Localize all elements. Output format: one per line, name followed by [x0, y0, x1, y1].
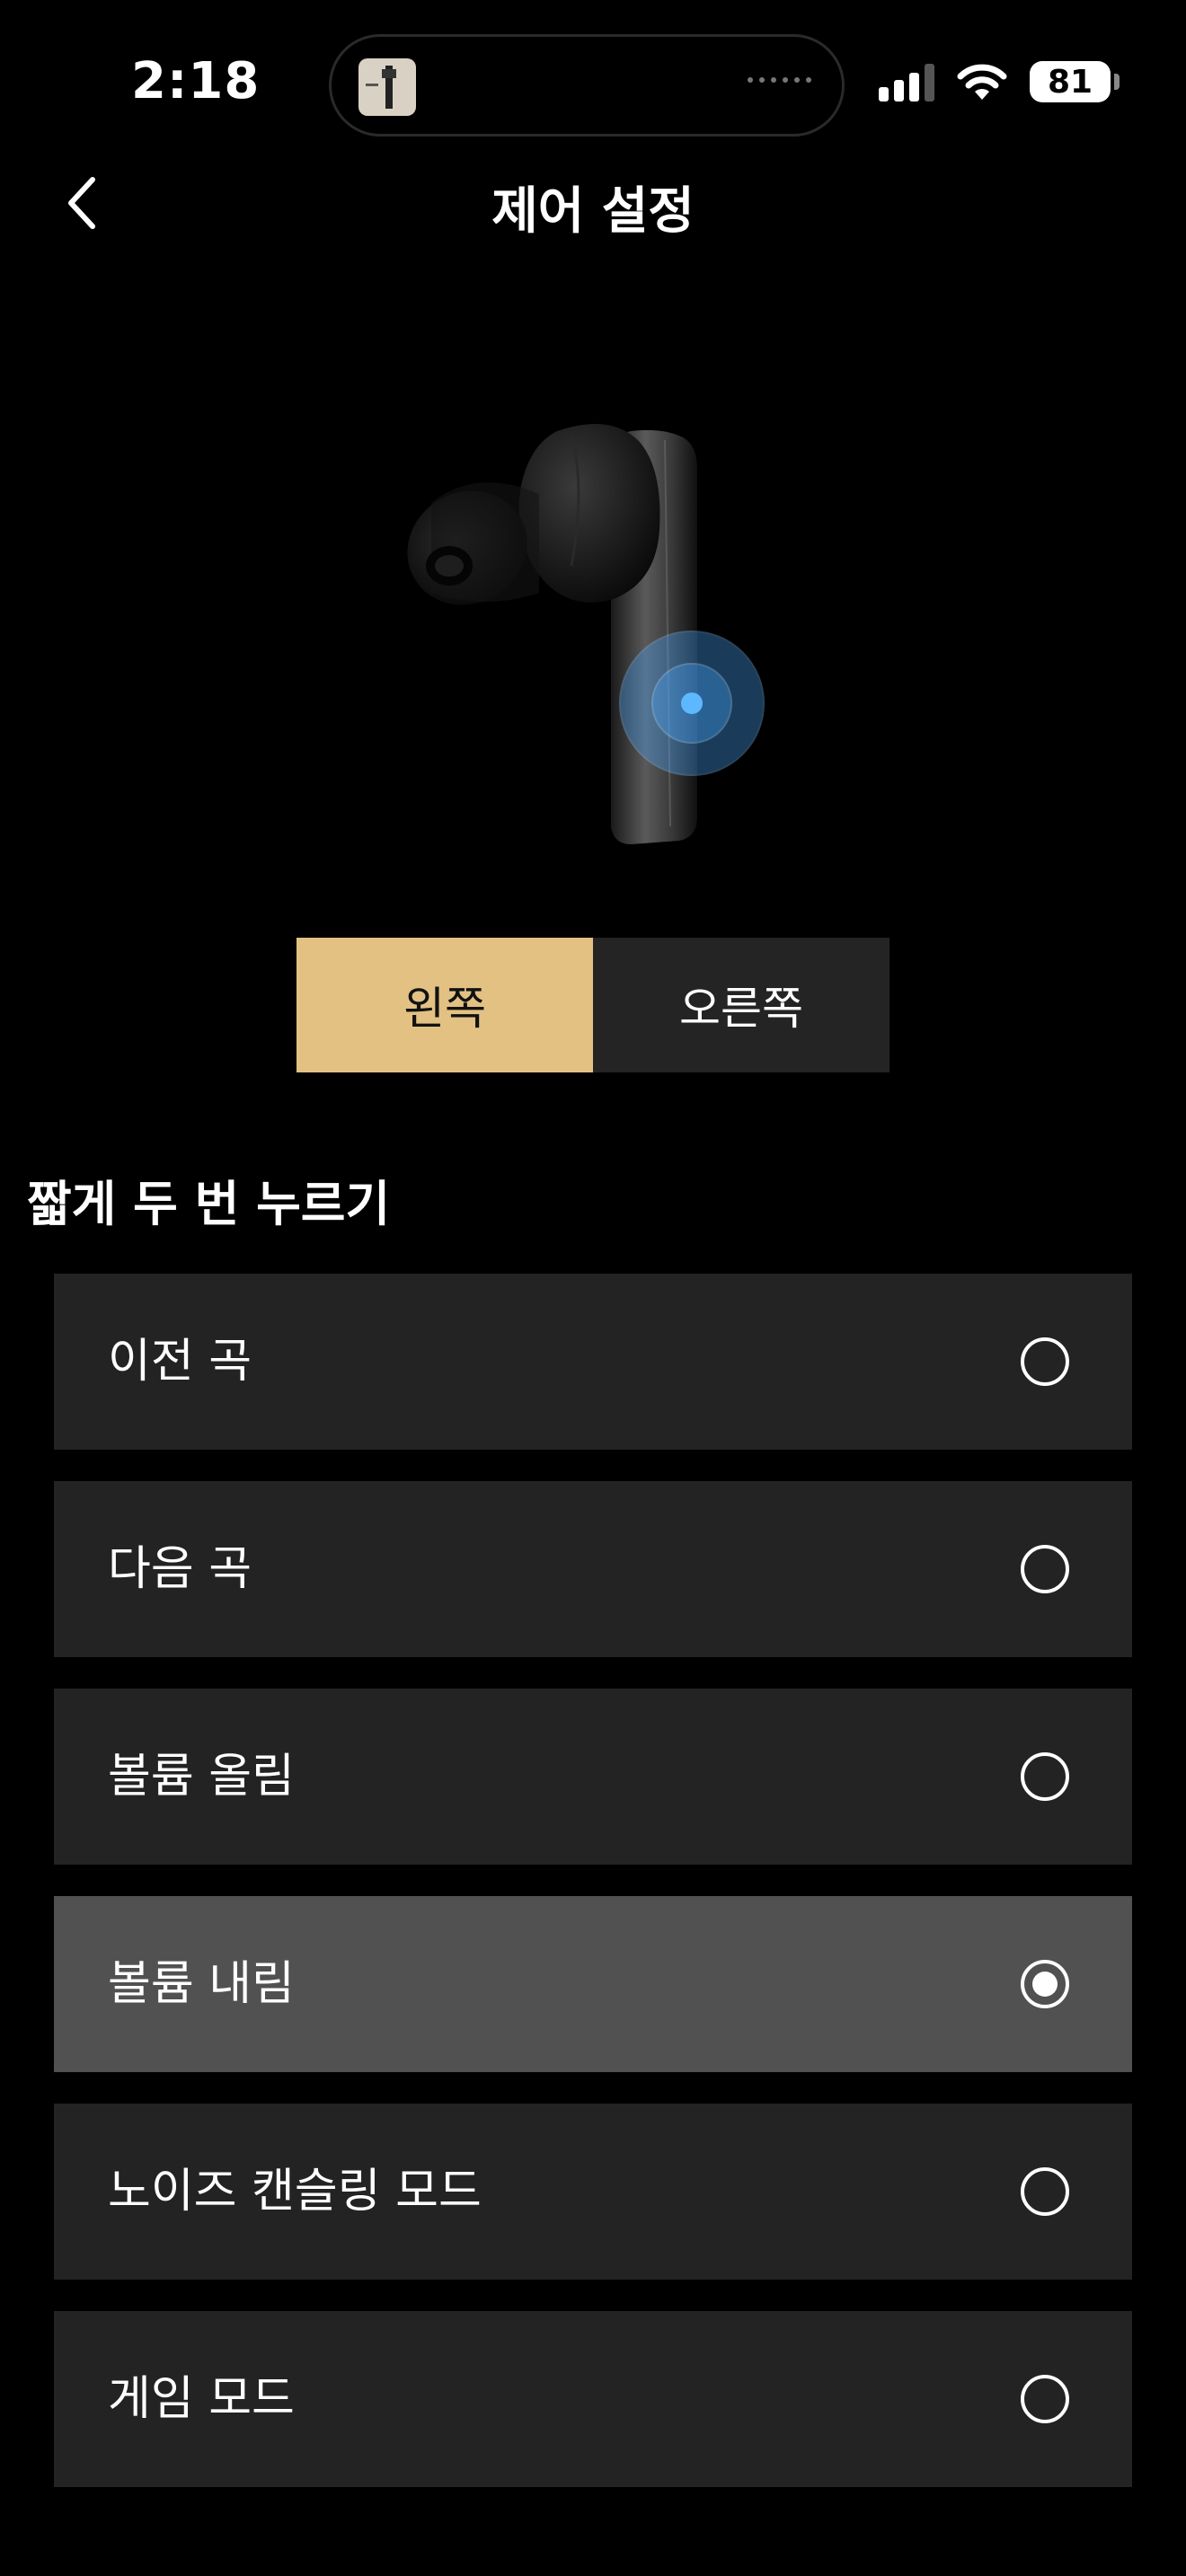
side-toggle: 왼쪽 오른쪽	[296, 938, 890, 1072]
earbud-illustration	[407, 424, 765, 844]
touch-area-center-dot	[681, 693, 703, 714]
wifi-icon	[957, 64, 1007, 100]
page-title: 제어 설정	[491, 182, 695, 241]
battery-icon: 81	[1030, 61, 1120, 102]
option-volume-down[interactable]: 볼륨 내림	[54, 1896, 1132, 2072]
option-previous-track[interactable]: 이전 곡	[54, 1274, 1132, 1450]
radio-button[interactable]	[1021, 1337, 1069, 1386]
option-volume-up[interactable]: 볼륨 올림	[54, 1689, 1132, 1865]
gesture-options-list: 이전 곡 다음 곡 볼륨 올림 볼륨 내림 노이즈 캔슬링 모드 게임 모드	[54, 1274, 1132, 2519]
section-title: 짧게 두 번 누르기	[27, 1176, 391, 1232]
audio-wave-icon	[748, 77, 811, 83]
option-label: 볼륨 올림	[108, 1750, 295, 1804]
right-earbud-tab[interactable]: 오른쪽	[593, 938, 890, 1072]
option-game-mode[interactable]: 게임 모드	[54, 2311, 1132, 2487]
option-label: 게임 모드	[108, 2372, 295, 2426]
radio-button[interactable]	[1021, 1545, 1069, 1593]
option-label: 노이즈 캔슬링 모드	[108, 2165, 482, 2219]
cellular-signal-icon	[879, 62, 934, 101]
option-label: 다음 곡	[108, 1542, 252, 1596]
radio-button-selected[interactable]	[1021, 1960, 1069, 2008]
status-time: 2:18	[131, 52, 261, 110]
option-noise-cancelling-mode[interactable]: 노이즈 캔슬링 모드	[54, 2104, 1132, 2280]
option-label: 볼륨 내림	[108, 1957, 295, 2011]
radio-button[interactable]	[1021, 2375, 1069, 2423]
status-icons: 81	[879, 61, 1120, 102]
dynamic-island[interactable]	[329, 34, 845, 137]
option-label: 이전 곡	[108, 1335, 252, 1389]
now-playing-artwork	[358, 58, 416, 116]
status-bar: 2:18 81	[0, 0, 1186, 180]
left-earbud-tab[interactable]: 왼쪽	[296, 938, 593, 1072]
radio-button[interactable]	[1021, 2167, 1069, 2216]
option-next-track[interactable]: 다음 곡	[54, 1481, 1132, 1657]
radio-button[interactable]	[1021, 1752, 1069, 1801]
battery-level: 81	[1047, 63, 1093, 101]
